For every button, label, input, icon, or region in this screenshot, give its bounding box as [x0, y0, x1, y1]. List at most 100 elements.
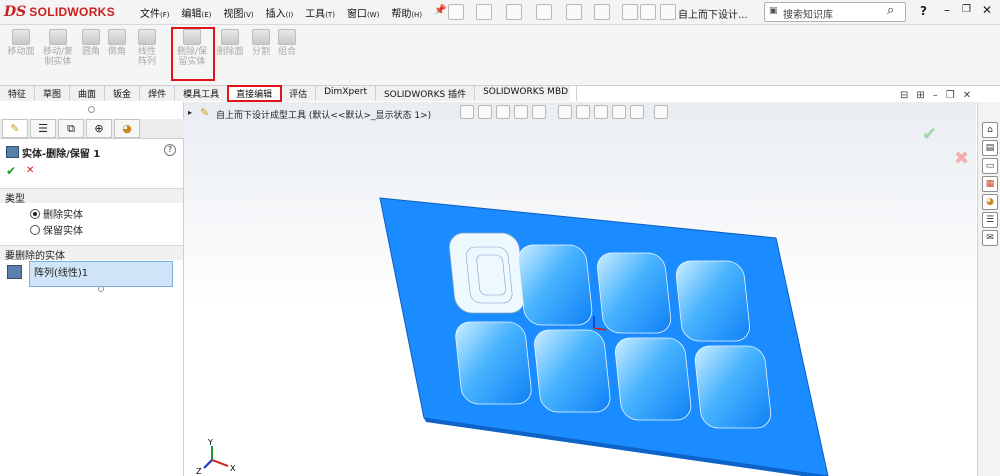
menu-window[interactable]: 窗口(W) [341, 5, 385, 20]
panel-grip[interactable] [88, 106, 95, 113]
selected-body-item[interactable]: 阵列(线性)1 [34, 264, 88, 279]
type-section-header[interactable]: 类型 ︿ [0, 188, 183, 205]
solidworks-resources-icon[interactable]: ⌂ [982, 122, 998, 138]
graphics-area[interactable]: ▸ ✎ 自上而下设计成型工具 (默认<<默认>_显示状态 1>) ⊟ ⊞ – ❐… [184, 90, 976, 476]
dimxpert-manager-tab-icon[interactable]: ⊕ [86, 119, 112, 138]
property-manager-tab-icon[interactable]: ☰ [30, 119, 56, 138]
pocket[interactable] [533, 329, 612, 413]
help-button[interactable]: ? [920, 4, 927, 18]
move-copy-body-icon [49, 29, 67, 45]
search-placeholder: 搜索知识库 [783, 10, 833, 21]
search-icon-left: ▣ [769, 6, 778, 16]
tab-sketch[interactable]: 草图 [35, 86, 71, 101]
help-icon[interactable]: ? [164, 144, 176, 156]
radio-keep-body[interactable]: 保留实体 [30, 222, 83, 237]
pocket[interactable] [517, 244, 593, 326]
list-resize-grip[interactable] [98, 286, 104, 292]
base-plate[interactable] [379, 197, 829, 476]
ok-button[interactable]: ✔ [6, 164, 16, 178]
viewport-minimize-icon[interactable]: – [933, 90, 938, 101]
tab-solidworks-mbd[interactable]: SOLIDWORKS MBD [475, 86, 578, 101]
combine-icon [278, 29, 296, 45]
collapse-chevron-icon[interactable]: ︿ [5, 247, 177, 260]
minimize-button[interactable]: – [944, 3, 950, 17]
solidworks-logo[interactable]: DS SOLIDWORKS [4, 4, 115, 20]
forum-icon[interactable]: ✉ [982, 230, 998, 246]
configuration-manager-tab-icon[interactable]: ⧉ [58, 119, 84, 138]
delete-face-icon [221, 29, 239, 45]
radio-keep-body-indicator[interactable] [30, 224, 40, 235]
tab-surfaces[interactable]: 曲面 [70, 86, 106, 101]
file-explorer-icon[interactable]: ▭ [982, 158, 998, 174]
document-title: 自上而下设计... [678, 10, 748, 21]
move-face-button[interactable]: 移动面 [4, 29, 38, 57]
pocket[interactable] [614, 337, 693, 421]
rebuild-icon[interactable] [622, 4, 638, 20]
pocket[interactable] [675, 260, 751, 342]
pocket-selected[interactable] [448, 232, 526, 314]
menu-help[interactable]: 帮助(H) [385, 5, 428, 20]
menu-edit[interactable]: 编辑(E) [176, 5, 218, 20]
pocket[interactable] [454, 321, 533, 405]
fillet-button[interactable]: 圆角 [80, 29, 102, 57]
solid-body-icon [7, 265, 22, 279]
axis-y-label: Y [207, 438, 213, 447]
manager-tabs: ✎ ☰ ⧉ ⊕ ◕ [0, 119, 185, 139]
new-document-icon[interactable] [448, 4, 464, 20]
pocket[interactable] [596, 252, 672, 334]
feature-manager-tab-icon[interactable]: ✎ [2, 119, 28, 138]
select-icon[interactable] [594, 4, 610, 20]
menu-view[interactable]: 视图(V) [217, 5, 259, 20]
model-view[interactable]: Y X Z [184, 102, 976, 476]
radio-delete-body[interactable]: 删除实体 [30, 206, 83, 221]
open-document-icon[interactable] [476, 4, 492, 20]
search-box[interactable]: ▣ 搜索知识库 ⌕ [764, 2, 906, 22]
viewport-restore-icon[interactable]: ❐ [946, 90, 955, 101]
move-copy-body-button[interactable]: 移动/复制实体 [42, 29, 74, 67]
view-palette-icon[interactable]: ▦ [982, 176, 998, 192]
close-button[interactable]: ✕ [982, 3, 992, 17]
tab-dimxpert[interactable]: DimXpert [316, 86, 376, 101]
options-gear-icon[interactable] [660, 4, 676, 20]
highlight-box-ribbon [171, 27, 215, 81]
tab-solidworks-addins[interactable]: SOLIDWORKS 插件 [376, 86, 476, 101]
chamfer-button[interactable]: 倒角 [106, 29, 128, 57]
viewport-close-icon[interactable]: ✕ [963, 90, 971, 101]
search-icon[interactable]: ⌕ [887, 3, 894, 18]
logo-ds: DS [4, 4, 27, 20]
viewport-expand-icon[interactable]: ⊞ [916, 90, 924, 101]
linear-pattern-button[interactable]: 线性阵列 [134, 29, 160, 67]
menu-tools[interactable]: 工具(T) [299, 5, 341, 20]
save-icon[interactable] [506, 4, 522, 20]
pocket[interactable] [694, 345, 773, 429]
design-library-icon[interactable]: ▤ [982, 140, 998, 156]
tab-sheet-metal[interactable]: 钣金 [105, 86, 141, 101]
split-icon [252, 29, 270, 45]
undo-icon[interactable] [566, 4, 582, 20]
tab-mold-tools[interactable]: 模具工具 [175, 86, 229, 101]
maximize-button[interactable]: ❐ [962, 4, 971, 15]
print-icon[interactable] [536, 4, 552, 20]
tab-weldments[interactable]: 焊件 [140, 86, 176, 101]
delete-face-button[interactable]: 删除面 [216, 29, 244, 57]
combine-button[interactable]: 组合 [276, 29, 298, 57]
cancel-button[interactable]: ✕ [26, 165, 34, 176]
radio-delete-body-indicator[interactable] [30, 208, 40, 219]
bodies-section-header[interactable]: 要删除的实体 ︿ [0, 245, 183, 262]
split-button[interactable]: 分割 [250, 29, 272, 57]
menu-insert[interactable]: 插入(I) [260, 5, 300, 20]
bodies-selection-box[interactable]: 阵列(线性)1 [29, 261, 173, 287]
appearances-scenes-icon[interactable]: ◕ [982, 194, 998, 210]
file-properties-icon[interactable] [640, 4, 656, 20]
delete-body-feature-icon [6, 146, 19, 158]
display-manager-tab-icon[interactable]: ◕ [114, 119, 140, 138]
tab-direct-editing[interactable]: 直接编辑 [227, 85, 283, 102]
fillet-icon [82, 29, 100, 45]
tab-features[interactable]: 特征 [0, 86, 36, 101]
custom-properties-icon[interactable]: ☰ [982, 212, 998, 228]
tab-evaluate[interactable]: 评估 [281, 86, 317, 101]
title-bar: DS SOLIDWORKS 文件(F) 编辑(E) 视图(V) 插入(I) 工具… [0, 0, 1000, 25]
collapse-chevron-icon[interactable]: ︿ [5, 190, 177, 203]
viewport-collapse-icon[interactable]: ⊟ [900, 90, 908, 101]
menu-file[interactable]: 文件(F) [134, 5, 176, 20]
